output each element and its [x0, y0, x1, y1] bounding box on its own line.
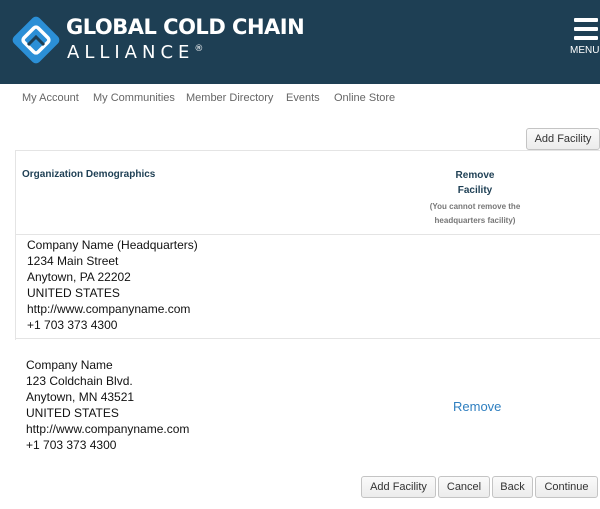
facility-website: http://www.companyname.com [26, 422, 190, 436]
add-facility-button[interactable]: Add Facility [361, 476, 436, 498]
remove-note-line2: headquarters facility) [434, 216, 516, 225]
remove-facility-link[interactable]: Remove [453, 399, 501, 414]
nav-my-communities[interactable]: My Communities [93, 92, 175, 104]
cancel-button[interactable]: Cancel [438, 476, 490, 498]
facility-name: Company Name (Headquarters) [27, 238, 198, 252]
nav-member-directory[interactable]: Member Directory [186, 92, 273, 104]
site-header: GLOBAL COLD CHAIN ALLIANCE® MENU [0, 0, 600, 84]
hamburger-icon [574, 18, 598, 22]
column-header-remove-line2: Facility [457, 185, 493, 196]
menu-label: MENU [570, 45, 600, 56]
logo-subtitle-text: ALLIANCE [67, 42, 195, 63]
column-header-remove-line1: Remove [455, 170, 495, 181]
facility-phone: +1 703 373 4300 [27, 318, 118, 332]
add-facility-button-top[interactable]: Add Facility [526, 128, 600, 150]
logo-title[interactable]: GLOBAL COLD CHAIN [66, 15, 305, 39]
nav-events[interactable]: Events [286, 92, 320, 104]
hamburger-icon-bar [574, 27, 598, 31]
remove-note: (You cannot remove the headquarters faci… [415, 200, 535, 228]
column-header-organization: Organization Demographics [22, 169, 156, 180]
facility-street: 123 Coldchain Blvd. [26, 374, 133, 388]
facility-country: UNITED STATES [26, 406, 119, 420]
column-header-remove: Remove Facility [415, 168, 535, 198]
nav-my-account[interactable]: My Account [22, 92, 79, 104]
facility-street: 1234 Main Street [27, 254, 119, 268]
continue-button[interactable]: Continue [535, 476, 598, 498]
back-button[interactable]: Back [492, 476, 533, 498]
nav-online-store[interactable]: Online Store [334, 92, 395, 104]
row-divider [15, 234, 600, 235]
facility-city: Anytown, PA 22202 [27, 270, 131, 284]
registered-mark: ® [194, 44, 204, 54]
menu-button[interactable]: MENU [568, 18, 600, 60]
facility-city: Anytown, MN 43521 [26, 390, 135, 404]
facility-phone: +1 703 373 4300 [26, 438, 117, 452]
remove-note-line1: (You cannot remove the [429, 202, 521, 211]
facility-hq: Company Name (Headquarters) 1234 Main St… [27, 237, 198, 333]
hamburger-icon-bar [574, 36, 598, 40]
row-divider [15, 338, 600, 339]
facility-name: Company Name [26, 358, 113, 372]
facility-secondary: Company Name 123 Coldchain Blvd. Anytown… [26, 357, 189, 453]
gcca-logo-icon[interactable] [12, 16, 60, 64]
logo-subtitle[interactable]: ALLIANCE® [67, 42, 203, 63]
facility-website: http://www.companyname.com [27, 302, 191, 316]
facility-country: UNITED STATES [27, 286, 120, 300]
